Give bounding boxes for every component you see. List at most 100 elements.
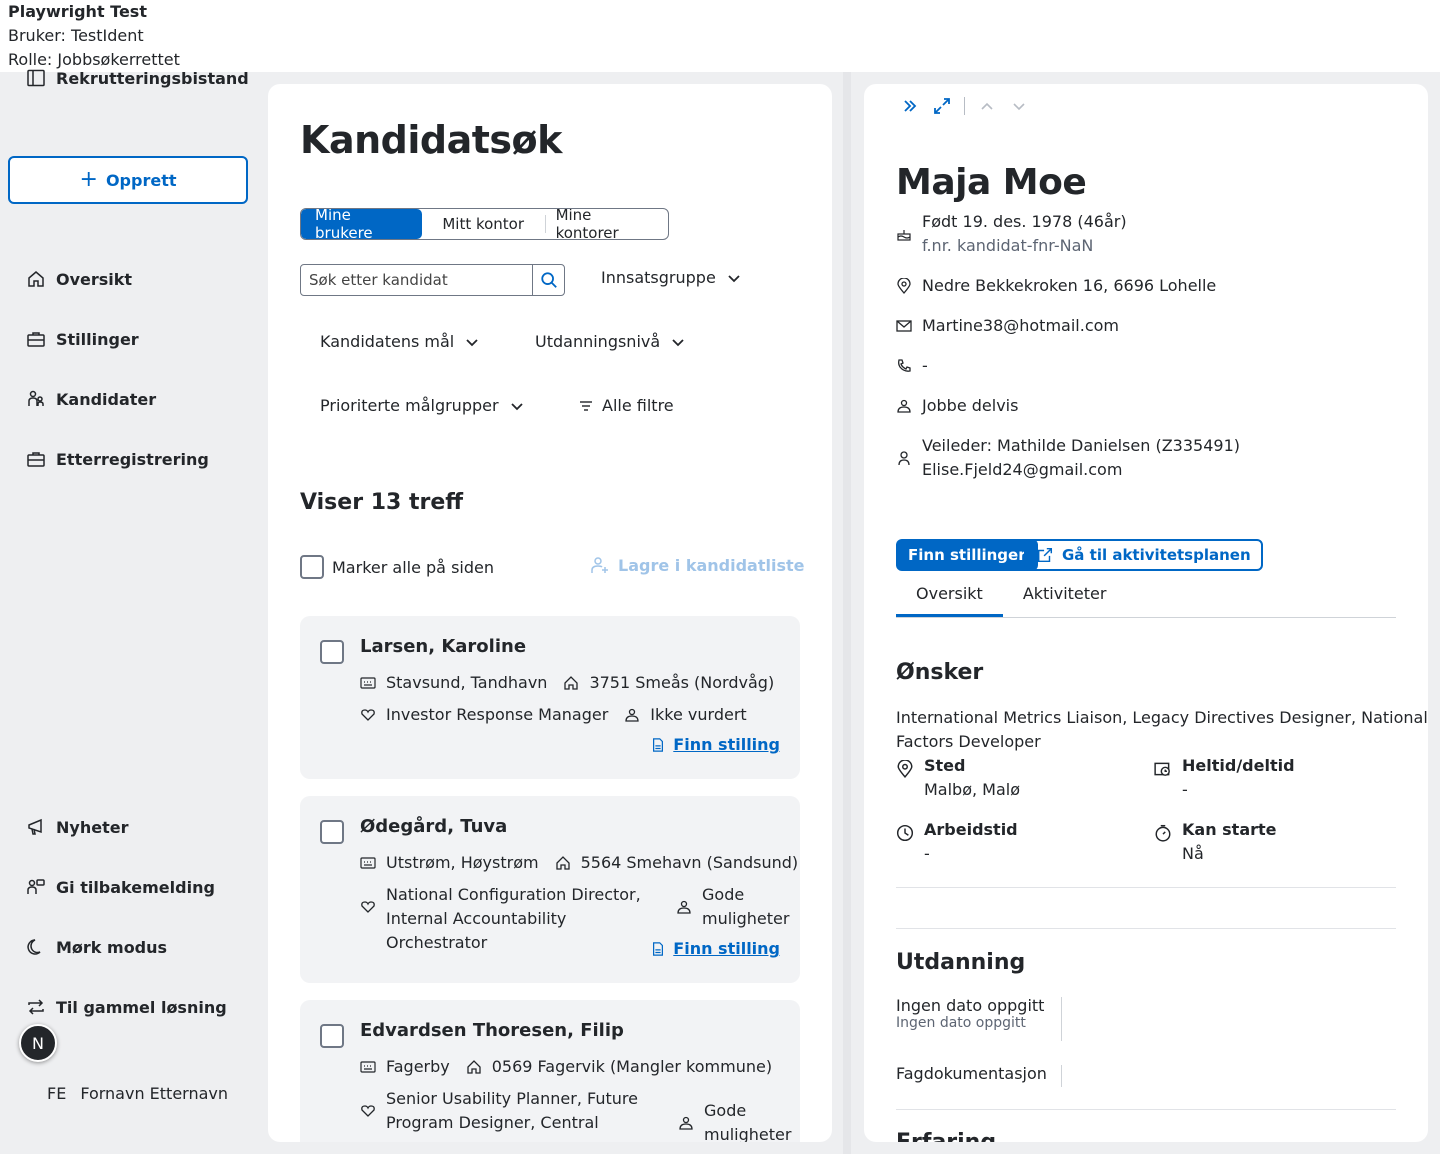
person-status-icon	[679, 1116, 693, 1130]
panel-resizer[interactable]	[843, 72, 851, 1154]
aktivitetsplan-label: Gå til aktivitetsplanen	[1062, 546, 1251, 564]
sidebar-toggle[interactable]: Rekrutteringsbistand	[26, 68, 249, 88]
search-field	[300, 264, 565, 296]
plus-icon: +	[79, 167, 98, 192]
avatar[interactable]: N	[19, 1024, 57, 1062]
candidate-name[interactable]: Larsen, Karoline	[360, 636, 526, 657]
candidate-checkbox[interactable]	[320, 820, 344, 844]
user-name: Fornavn Etternavn	[80, 1084, 229, 1103]
candidate-address: 3751 Smeås (Nordvåg)	[589, 673, 775, 692]
sidebar-title: Rekrutteringsbistand	[56, 68, 249, 88]
finn-stillinger-button[interactable]: Finn stillinger	[896, 539, 1038, 571]
nav-mork-modus[interactable]: Mørk modus	[26, 935, 167, 959]
candidate-place: Stavsund, Tandhavn	[386, 673, 548, 692]
expand-icon[interactable]	[932, 96, 952, 116]
sted-field: Sted Malbø, Malø	[896, 754, 1020, 802]
chevron-up-icon[interactable]	[977, 96, 997, 116]
test-banner: Playwright Test Bruker: TestIdent Rolle:…	[0, 0, 1440, 72]
person-status-icon	[625, 708, 639, 722]
filter-kandidatens-mal[interactable]: Kandidatens mål	[320, 332, 480, 351]
nav-tilbakemelding[interactable]: Gi tilbakemelding	[26, 875, 215, 899]
candidate-card[interactable]: Ødegård, Tuva Utstrøm, Høystrøm 5564 Sme…	[300, 796, 800, 983]
nav-gammel-losning[interactable]: Til gammel løsning	[26, 995, 227, 1019]
filter-label: Alle filtre	[602, 396, 674, 415]
tab-aktiviteter[interactable]: Aktiviteter	[1003, 580, 1127, 617]
tab-oversikt[interactable]: Oversikt	[896, 580, 1003, 617]
home-icon	[467, 1060, 481, 1074]
phone-info: -	[896, 354, 928, 378]
field-label: Kan starte	[1182, 820, 1277, 839]
address-info: Nedre Bekkekroken 16, 6696 Lohelle	[896, 274, 1216, 298]
search-button[interactable]	[532, 265, 564, 295]
finn-stilling-link[interactable]: Finn stilling	[651, 939, 780, 958]
nav-etterregistrering[interactable]: Etterregistrering	[26, 447, 209, 471]
email-info: Martine38@hotmail.com	[896, 314, 1119, 338]
field-label: Arbeidstid	[924, 820, 1018, 839]
filter-alle-filtre[interactable]: Alle filtre	[578, 396, 674, 415]
filter-icon	[580, 400, 592, 411]
finn-stilling-label: Finn stilling	[673, 735, 780, 754]
candidate-checkbox[interactable]	[320, 1024, 344, 1048]
veileder: Veileder: Mathilde Danielsen (Z335491)	[922, 436, 1240, 455]
search-input[interactable]	[301, 265, 532, 295]
cake-icon	[897, 230, 911, 241]
candidate-goal: Investor Response Manager	[386, 705, 609, 724]
nav-oversikt[interactable]: Oversikt	[26, 267, 132, 291]
filter-utdanningsniva[interactable]: Utdanningsnivå	[535, 332, 686, 351]
fnr: f.nr. kandidat-fnr-NaN	[922, 236, 1094, 255]
status-line: Gode	[702, 885, 745, 904]
candidate-name[interactable]: Edvardsen Thoresen, Filip	[360, 1020, 624, 1041]
candidate-name[interactable]: Ødegård, Tuva	[360, 816, 507, 837]
field-label: Sted	[924, 756, 966, 775]
birth-date: Født 19. des. 1978 (46år)	[922, 212, 1127, 231]
filter-innsatsgruppe[interactable]: Innsatsgruppe	[601, 268, 742, 287]
collapse-panel-icon[interactable]	[900, 96, 920, 116]
kan-starte-field: Kan starte Nå	[1154, 818, 1277, 866]
education-entry: Ingen dato oppgitt Ingen dato oppgitt	[896, 996, 1044, 1031]
filter-label: Prioriterte målgrupper	[320, 396, 499, 415]
chevron-down-icon[interactable]	[1009, 96, 1029, 116]
nav-nyheter[interactable]: Nyheter	[26, 815, 128, 839]
save-to-list-button[interactable]: Lagre i kandidatliste	[590, 555, 804, 575]
mark-all-checkbox[interactable]: Marker alle på siden	[300, 555, 494, 579]
veileder-email: Elise.Fjeld24@gmail.com	[922, 460, 1123, 479]
candidate-address: 5564 Smehavn (Sandsund)	[580, 853, 799, 872]
onsker-line: International Metrics Liaison, Legacy Di…	[896, 708, 1428, 727]
chevron-down-icon	[728, 274, 740, 282]
checkbox[interactable]	[300, 555, 324, 579]
moon-icon	[27, 939, 41, 955]
people-icon	[28, 390, 44, 406]
nav-kandidater[interactable]: Kandidater	[26, 387, 156, 411]
user-menu[interactable]: FE Fornavn Etternavn	[47, 1084, 228, 1103]
toggle-mitt-kontor[interactable]: Mitt kontor	[422, 209, 545, 239]
aktivitetsplan-button[interactable]: Gå til aktivitetsplanen	[1024, 539, 1263, 571]
onsker-heading: Ønsker	[896, 660, 984, 685]
status-line: Gode	[704, 1101, 747, 1120]
goal-line: Program Designer, Central	[386, 1113, 599, 1132]
education-title: Ingen dato oppgitt	[896, 996, 1045, 1015]
nav-label: Oversikt	[56, 269, 133, 289]
mark-all-label: Marker alle på siden	[332, 557, 494, 577]
finn-stilling-link[interactable]: Finn stilling	[651, 735, 780, 754]
goal-line: National Configuration Director,	[386, 885, 641, 904]
nav-stillinger[interactable]: Stillinger	[26, 327, 139, 351]
erfaring-heading: Erfaring	[896, 1130, 996, 1142]
filter-prioriterte-malgrupper[interactable]: Prioriterte målgrupper	[320, 396, 525, 415]
toggle-mine-brukere[interactable]: Mine brukere	[301, 209, 422, 239]
megaphone-icon	[28, 818, 42, 835]
candidate-name-heading: Maja Moe	[896, 162, 1087, 203]
candidate-goal-row: Senior Usability Planner, Future Program…	[360, 1087, 791, 1142]
person-status-icon	[897, 399, 911, 413]
candidate-checkbox[interactable]	[320, 640, 344, 664]
briefcase-icon	[27, 452, 45, 467]
document-icon	[653, 941, 664, 956]
candidate-goal: National Configuration Director, Interna…	[386, 883, 666, 955]
candidate-goal-row: Investor Response Manager Ikke vurdert	[360, 703, 747, 727]
field-value: -	[1182, 780, 1188, 799]
create-button[interactable]: + Opprett	[8, 156, 248, 204]
toggle-mine-kontorer[interactable]: Mine kontorer	[546, 209, 668, 239]
candidate-card[interactable]: Larsen, Karoline Stavsund, Tandhavn 3751…	[300, 616, 800, 779]
education-divider	[1061, 997, 1062, 1041]
work-status: Jobbe delvis	[922, 396, 1019, 415]
candidate-card[interactable]: Edvardsen Thoresen, Filip Fagerby 0569 F…	[300, 1000, 800, 1142]
